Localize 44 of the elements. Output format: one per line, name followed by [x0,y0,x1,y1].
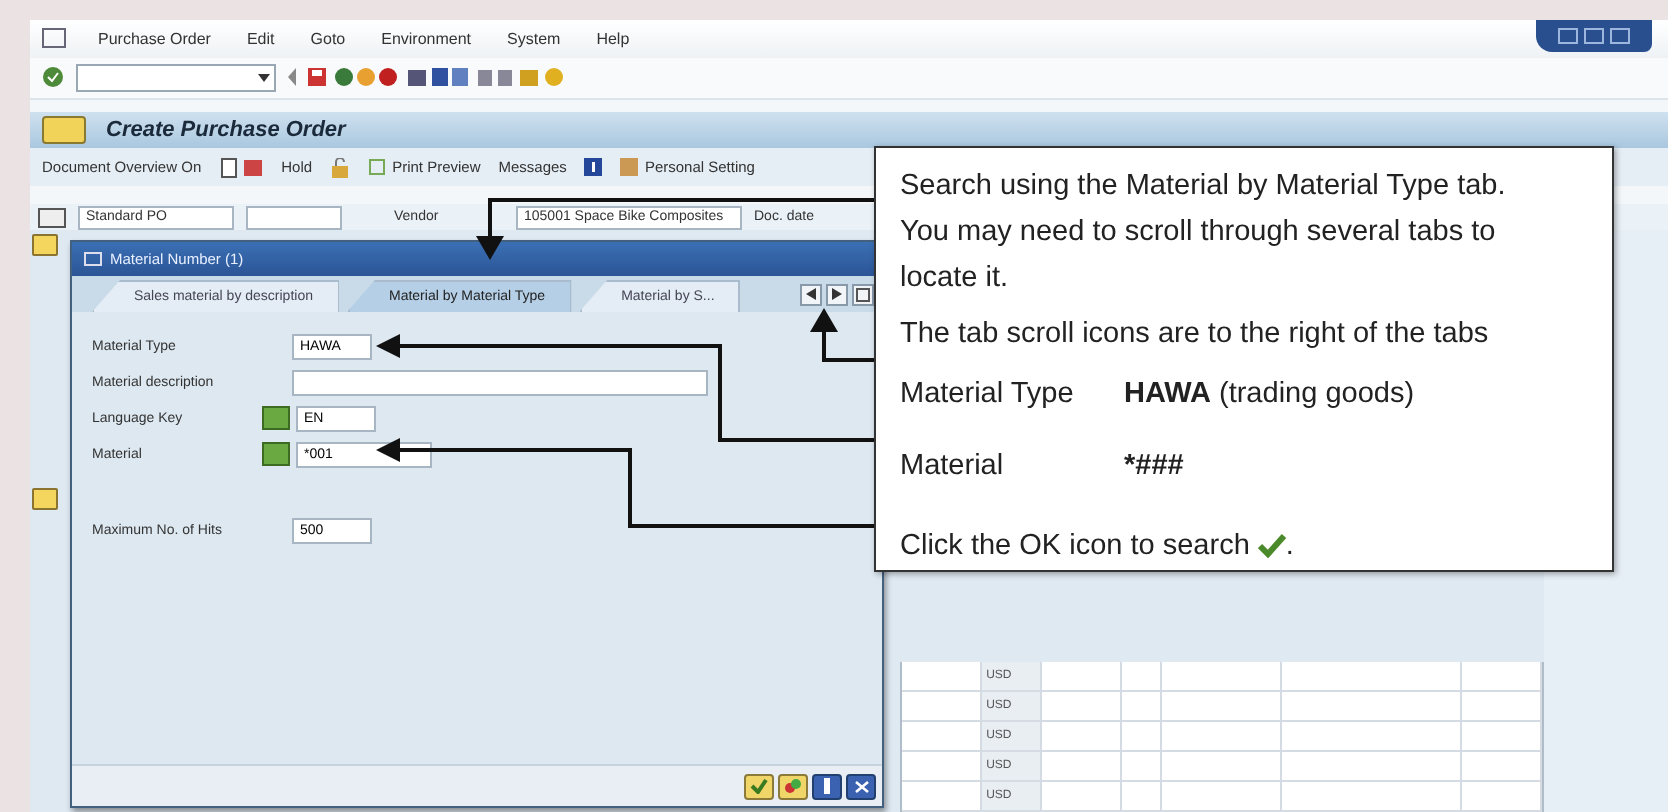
menu-icon[interactable] [42,28,66,49]
cancel-button[interactable] [846,773,876,799]
menu-toggle-icon[interactable] [42,116,86,145]
checkmark-icon [1257,534,1286,558]
scroll-right-button[interactable] [826,283,848,305]
right-triangle-icon [832,288,842,300]
instruction-text: Click the OK icon to search [900,530,1250,562]
command-field[interactable] [76,63,276,92]
info-button[interactable] [812,773,842,799]
menu-item[interactable]: Goto [306,27,350,50]
close-icon [853,779,869,793]
menu-item[interactable]: Purchase Order [94,27,215,50]
menu-item[interactable]: Environment [377,27,476,50]
menu-item[interactable]: System [503,27,565,50]
window-controls[interactable] [1536,20,1652,52]
enter-icon[interactable] [42,66,64,89]
field-value: *### [1124,450,1184,482]
menu-item[interactable]: Edit [242,27,279,50]
circles-icon [784,778,802,794]
screen-title: Create Purchase Order [106,118,346,143]
list-icon [856,287,870,301]
left-triangle-icon [806,288,816,300]
scroll-left-button[interactable] [800,283,822,305]
info-icon [824,778,830,794]
input-field[interactable] [246,205,342,230]
folder-icon[interactable] [32,488,59,511]
system-toolbar-icons[interactable] [288,66,568,89]
field-name: Material Type [900,378,1076,410]
checkmark-icon [750,778,768,794]
punctuation: . [1285,530,1294,562]
folder-icon[interactable] [32,234,59,257]
lock-icon[interactable] [330,157,351,178]
dropdown-icon [258,73,270,82]
refresh-button[interactable] [778,773,808,799]
tab-list-button[interactable] [852,283,874,305]
document-icons[interactable] [219,157,264,178]
instruction-text: Search using the Material by Material Type tab. You may need to scroll through several tabs to locate it. [900,168,1508,298]
menu-item[interactable]: Help [592,27,634,50]
field-value: HAWA (trading goods) [1124,378,1415,410]
input-field[interactable] [292,369,708,395]
info-icon[interactable] [584,158,603,177]
ok-button[interactable] [744,773,774,799]
field-name: Material [900,450,1006,482]
instruction-text: The tab scroll icons are to the right of the tabs [900,318,1491,350]
